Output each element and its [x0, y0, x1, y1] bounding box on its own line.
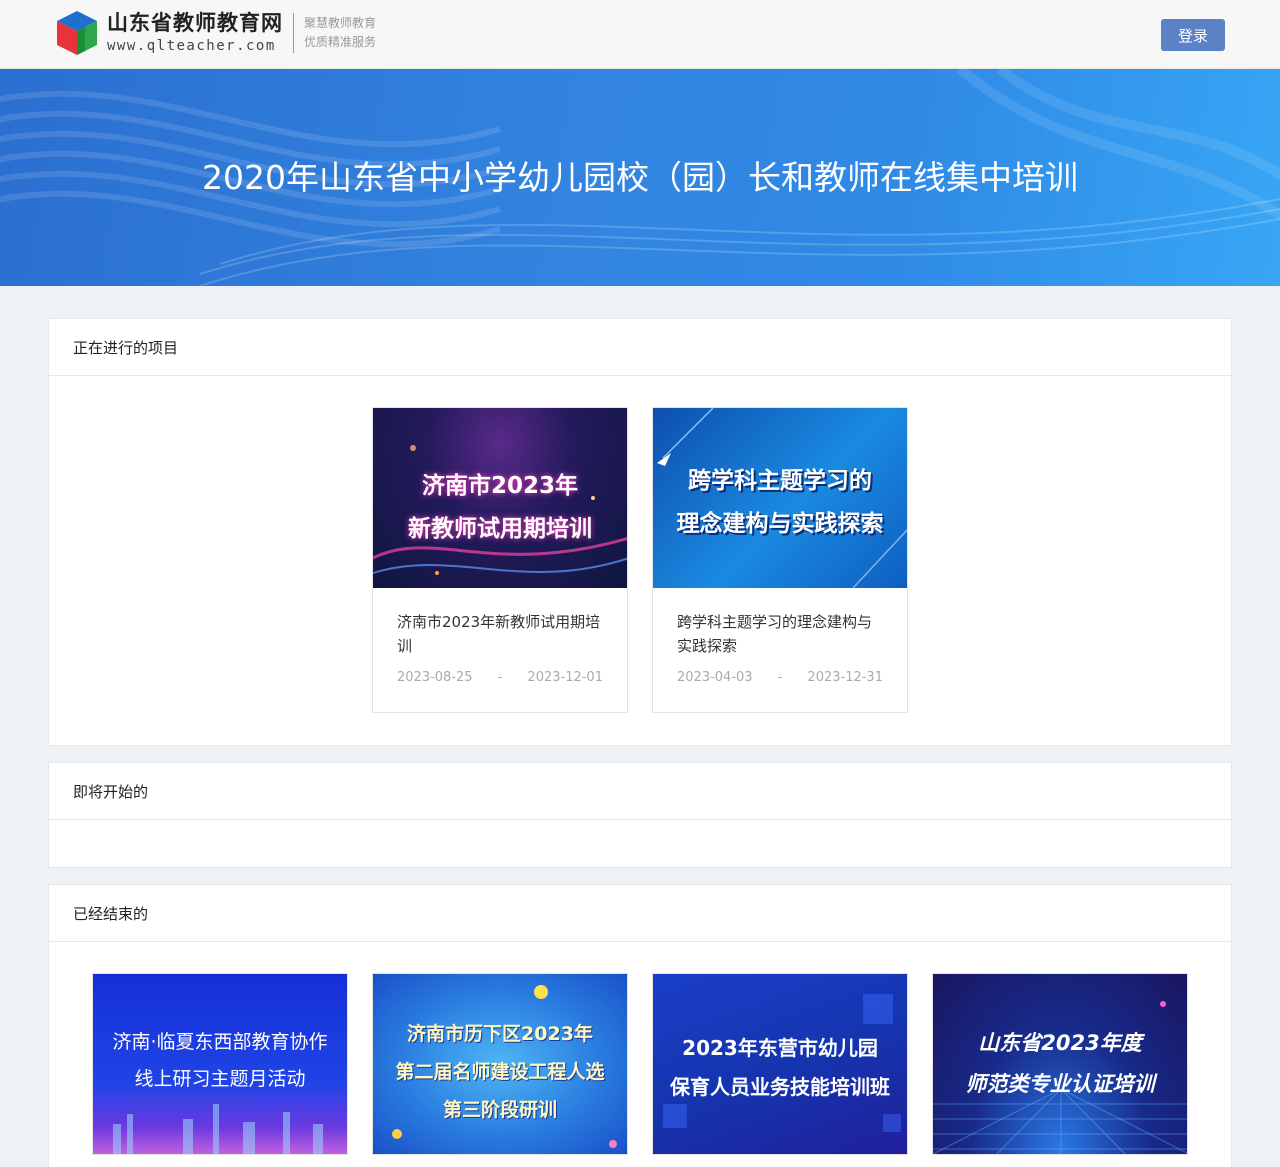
cover-line-2: 第二届名师建设工程人选 — [395, 1061, 605, 1083]
project-card[interactable]: 2023年东营市幼儿园 保育人员业务技能培训班 — [652, 973, 908, 1155]
project-dates: 2023-04-03 - 2023-12-31 — [653, 660, 907, 712]
end-date: 2023-12-31 — [807, 670, 883, 685]
slogan-line-2: 优质精准服务 — [304, 35, 377, 49]
cube-logo-icon — [57, 11, 97, 55]
cover-line-2: 理念建构与实践探索 — [676, 511, 884, 537]
hero-banner: 2020年山东省中小学幼儿园校（园）长和教师在线集中培训 — [0, 69, 1280, 286]
start-date: 2023-08-25 — [397, 670, 473, 685]
cover-line-1: 济南市历下区2023年 — [407, 1023, 593, 1045]
slogan-line-1: 聚慧教师教育 — [304, 16, 377, 30]
ongoing-section: 正在进行的项目 济南市2023年 新教师试用期培训 济南市2023年新教师试用期… — [48, 318, 1232, 746]
date-separator: - — [777, 670, 783, 685]
cover-line-1: 济南·临夏东西部教育协作 — [112, 1031, 328, 1053]
project-card[interactable]: 济南·临夏东西部教育协作 线上研习主题月活动 — [92, 973, 348, 1155]
cover-line-2: 师范类专业认证培训 — [965, 1072, 1155, 1096]
project-card[interactable]: 跨学科主题学习的 理念建构与实践探索 跨学科主题学习的理念建构与实践探索 202… — [652, 407, 908, 713]
cover-line-1: 济南市2023年 — [421, 473, 578, 499]
cover-grid-decoration — [933, 1001, 1187, 1154]
cover-line-2: 保育人员业务技能培训班 — [670, 1075, 890, 1099]
top-header: 山东省教师教育网 www.qlteacher.com 聚慧教师教育 优质精准服务… — [0, 0, 1280, 69]
project-cover[interactable]: 跨学科主题学习的 理念建构与实践探索 — [653, 408, 907, 588]
date-separator: - — [497, 670, 503, 685]
site-url: www.qlteacher.com — [107, 38, 276, 54]
ended-section-title: 已经结束的 — [49, 885, 1231, 942]
banner-title: 2020年山东省中小学幼儿园校（园）长和教师在线集中培训 — [202, 158, 1078, 197]
slogan: 聚慧教师教育 优质精准服务 — [304, 14, 376, 52]
project-title[interactable]: 济南市2023年新教师试用期培训 — [373, 588, 627, 660]
project-card[interactable]: 山东省2023年度 师范类专业认证培训 — [932, 973, 1188, 1155]
ongoing-section-title: 正在进行的项目 — [49, 319, 1231, 376]
cover-line-decoration — [657, 408, 907, 588]
cover-line-1: 跨学科主题学习的 — [688, 468, 872, 494]
project-cover[interactable]: 济南市2023年 新教师试用期培训 — [373, 408, 627, 588]
project-title[interactable]: 跨学科主题学习的理念建构与实践探索 — [653, 588, 907, 660]
cover-line-2: 线上研习主题月活动 — [134, 1068, 306, 1090]
project-card[interactable]: 济南市历下区2023年 第二届名师建设工程人选 第三阶段研训 — [372, 973, 628, 1155]
start-date: 2023-04-03 — [677, 670, 753, 685]
project-cover[interactable]: 济南·临夏东西部教育协作 线上研习主题月活动 — [93, 974, 347, 1154]
logo-divider — [293, 13, 294, 53]
cover-line-2: 新教师试用期培训 — [408, 516, 592, 542]
login-button[interactable]: 登录 — [1161, 19, 1225, 51]
cover-cube-decoration — [663, 994, 901, 1132]
project-cover[interactable]: 济南市历下区2023年 第二届名师建设工程人选 第三阶段研训 — [373, 974, 627, 1154]
ended-section: 已经结束的 济南·临夏东西部教育协作 线上研习主题月活动 济南市历下区2023年… — [48, 884, 1232, 1167]
project-cover[interactable]: 2023年东营市幼儿园 保育人员业务技能培训班 — [653, 974, 907, 1154]
cover-line-1: 2023年东营市幼儿园 — [682, 1036, 878, 1060]
project-dates: 2023-08-25 - 2023-12-01 — [373, 660, 627, 712]
project-card[interactable]: 济南市2023年 新教师试用期培训 济南市2023年新教师试用期培训 2023-… — [372, 407, 628, 713]
end-date: 2023-12-01 — [527, 670, 603, 685]
project-cover[interactable]: 山东省2023年度 师范类专业认证培训 — [933, 974, 1187, 1154]
cover-line-3: 第三阶段研训 — [442, 1099, 557, 1121]
site-name: 山东省教师教育网 — [107, 11, 283, 35]
cover-line-1: 山东省2023年度 — [978, 1031, 1142, 1055]
upcoming-section: 即将开始的 — [48, 762, 1232, 868]
site-logo[interactable]: 山东省教师教育网 www.qlteacher.com 聚慧教师教育 优质精准服务 — [55, 9, 376, 57]
upcoming-section-title: 即将开始的 — [49, 763, 1231, 820]
